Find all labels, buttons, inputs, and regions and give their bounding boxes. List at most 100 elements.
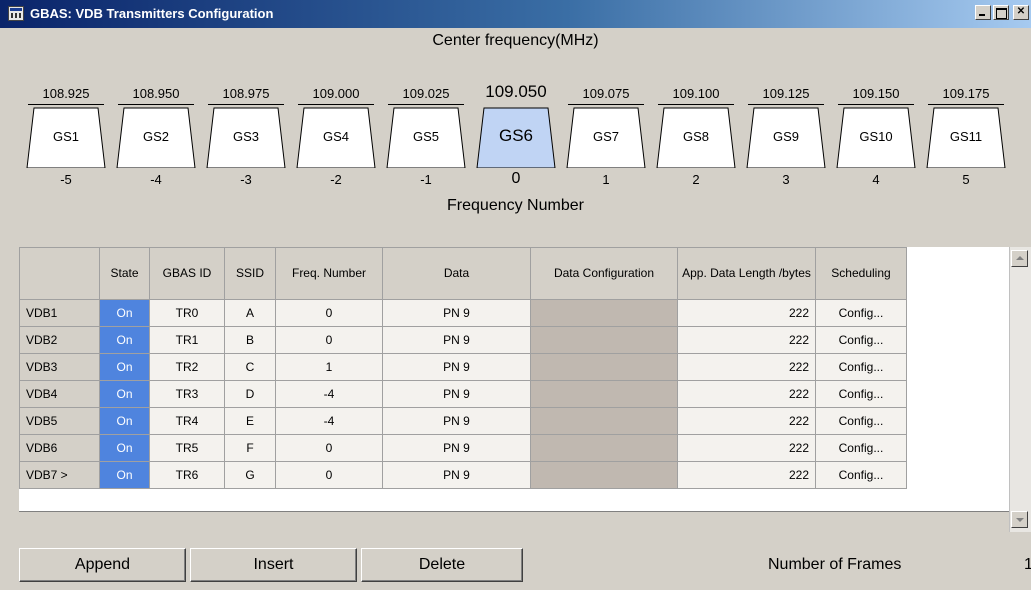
freq-number-cell[interactable]: 1 [275, 353, 383, 381]
state-cell[interactable]: On [99, 299, 150, 327]
data-cell[interactable]: PN 9 [382, 299, 531, 327]
scheduling-cell[interactable]: Config... [815, 434, 907, 462]
gbas-id-cell[interactable]: TR5 [149, 434, 225, 462]
gbas-id-cell[interactable]: TR0 [149, 299, 225, 327]
number-of-frames-value[interactable]: 1 [1024, 556, 1031, 574]
data-cell[interactable]: PN 9 [382, 407, 531, 435]
column-header: Data [382, 247, 531, 300]
scheduling-cell[interactable]: Config... [815, 326, 907, 354]
data-config-cell[interactable] [530, 299, 678, 327]
data-config-cell[interactable] [530, 353, 678, 381]
data-length-cell[interactable]: 222 [677, 407, 816, 435]
ssid-cell[interactable]: C [224, 353, 276, 381]
data-config-cell[interactable] [530, 407, 678, 435]
station-label: GS10 [859, 129, 893, 144]
freq-number-cell[interactable]: 0 [275, 326, 383, 354]
data-config-cell[interactable] [530, 461, 678, 489]
freq-number-cell[interactable]: 0 [275, 461, 383, 489]
data-length-cell[interactable]: 222 [677, 299, 816, 327]
column-header: Data Configuration [530, 247, 678, 300]
scheduling-cell[interactable]: Config... [815, 461, 907, 489]
station-label: GS5 [412, 129, 439, 144]
data-cell[interactable]: PN 9 [382, 461, 531, 489]
station-8[interactable]: 109.100 GS8 2 [654, 86, 738, 206]
data-length-cell[interactable]: 222 [677, 326, 816, 354]
station-1[interactable]: 108.925 GS1 -5 [24, 86, 108, 206]
column-header: SSID [224, 247, 276, 300]
append-button[interactable]: Append [19, 548, 186, 582]
ssid-cell[interactable]: E [224, 407, 276, 435]
station-10[interactable]: 109.150 GS10 4 [834, 86, 918, 206]
data-cell[interactable]: PN 9 [382, 434, 531, 462]
station-6[interactable]: 109.050 GS6 0 [474, 82, 558, 206]
table-row[interactable]: VDB4 On TR3 D -4 PN 9 222 Config... [19, 380, 907, 408]
freq-number-cell[interactable]: 0 [275, 434, 383, 462]
station-label: GS4 [322, 129, 349, 144]
state-cell[interactable]: On [99, 380, 150, 408]
scheduling-cell[interactable]: Config... [815, 299, 907, 327]
data-config-cell[interactable] [530, 434, 678, 462]
scheduling-cell[interactable]: Config... [815, 407, 907, 435]
scroll-up-arrow-icon[interactable] [1011, 250, 1028, 267]
freq-number-cell[interactable]: -4 [275, 407, 383, 435]
ssid-cell[interactable]: A [224, 299, 276, 327]
row-name-cell: VDB4 [19, 380, 100, 408]
app-window-icon [8, 6, 24, 21]
data-cell[interactable]: PN 9 [382, 326, 531, 354]
station-7[interactable]: 109.075 GS7 1 [564, 86, 648, 206]
state-cell[interactable]: On [99, 326, 150, 354]
data-length-cell[interactable]: 222 [677, 461, 816, 489]
state-cell[interactable]: On [99, 434, 150, 462]
maximize-button[interactable] [993, 5, 1009, 20]
ssid-cell[interactable]: G [224, 461, 276, 489]
data-length-cell[interactable]: 222 [677, 353, 816, 381]
station-2[interactable]: 108.950 GS2 -4 [114, 86, 198, 206]
table-bottom-strip [19, 511, 1031, 532]
data-cell[interactable]: PN 9 [382, 380, 531, 408]
station-3[interactable]: 108.975 GS3 -3 [204, 86, 288, 206]
station-9[interactable]: 109.125 GS9 3 [744, 86, 828, 206]
title-bar: GBAS: VDB Transmitters Configuration ✕ [0, 0, 1031, 28]
ssid-cell[interactable]: D [224, 380, 276, 408]
table-row[interactable]: VDB2 On TR1 B 0 PN 9 222 Config... [19, 326, 907, 354]
freq-number-cell[interactable]: 0 [275, 299, 383, 327]
freq-number-cell[interactable]: -4 [275, 380, 383, 408]
insert-button[interactable]: Insert [190, 548, 357, 582]
table-row[interactable]: VDB6 On TR5 F 0 PN 9 222 Config... [19, 434, 907, 462]
scheduling-cell[interactable]: Config... [815, 353, 907, 381]
state-cell[interactable]: On [99, 461, 150, 489]
table-row[interactable]: VDB5 On TR4 E -4 PN 9 222 Config... [19, 407, 907, 435]
data-cell[interactable]: PN 9 [382, 353, 531, 381]
ssid-cell[interactable]: F [224, 434, 276, 462]
table-row[interactable]: VDB1 On TR0 A 0 PN 9 222 Config... [19, 299, 907, 327]
station-11[interactable]: 109.175 GS11 5 [924, 86, 1008, 206]
station-label: GS2 [142, 129, 169, 144]
vertical-scrollbar[interactable] [1009, 247, 1031, 532]
delete-button[interactable]: Delete [361, 548, 523, 582]
data-length-cell[interactable]: 222 [677, 380, 816, 408]
column-header: State [99, 247, 150, 300]
column-header: GBAS ID [149, 247, 225, 300]
data-config-cell[interactable] [530, 326, 678, 354]
station-frequency-number: 0 [511, 170, 521, 187]
station-4[interactable]: 109.000 GS4 -2 [294, 86, 378, 206]
gbas-id-cell[interactable]: TR3 [149, 380, 225, 408]
data-length-cell[interactable]: 222 [677, 434, 816, 462]
data-config-cell[interactable] [530, 380, 678, 408]
station-5[interactable]: 109.025 GS5 -1 [384, 86, 468, 206]
table-row[interactable]: VDB7 > On TR6 G 0 PN 9 222 Config... [19, 461, 907, 489]
gbas-id-cell[interactable]: TR6 [149, 461, 225, 489]
station-label: GS6 [498, 126, 534, 145]
gbas-id-cell[interactable]: TR2 [149, 353, 225, 381]
table-row[interactable]: VDB3 On TR2 C 1 PN 9 222 Config... [19, 353, 907, 381]
minimize-button[interactable] [975, 5, 991, 20]
scroll-down-arrow-icon[interactable] [1011, 511, 1028, 528]
state-cell[interactable]: On [99, 407, 150, 435]
close-button[interactable]: ✕ [1013, 5, 1029, 20]
gbas-id-cell[interactable]: TR4 [149, 407, 225, 435]
state-cell[interactable]: On [99, 353, 150, 381]
gbas-id-cell[interactable]: TR1 [149, 326, 225, 354]
ssid-cell[interactable]: B [224, 326, 276, 354]
scheduling-cell[interactable]: Config... [815, 380, 907, 408]
station-frequency-number: 1 [602, 172, 610, 187]
